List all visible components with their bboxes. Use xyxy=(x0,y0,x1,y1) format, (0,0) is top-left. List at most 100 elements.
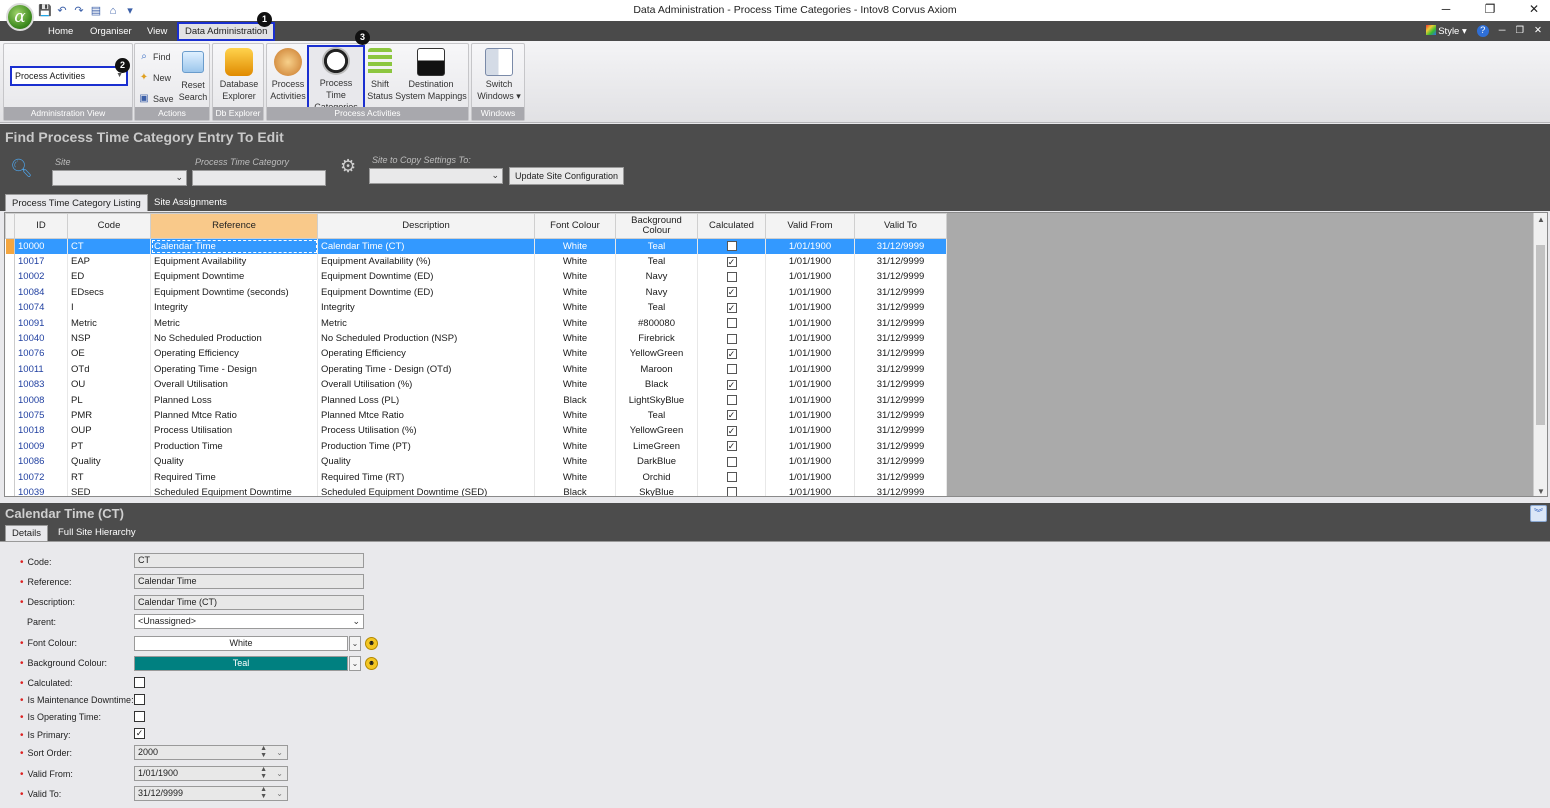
cell-background-colour[interactable]: Maroon xyxy=(615,361,698,378)
cell-reference[interactable]: Quality xyxy=(150,453,318,470)
calculated-checkbox[interactable] xyxy=(726,364,737,375)
cell-valid-from[interactable]: 1/01/1900 xyxy=(765,346,855,362)
cell-code[interactable]: I xyxy=(67,300,151,316)
cell-background-colour[interactable]: YellowGreen xyxy=(615,423,698,439)
row-indicator[interactable] xyxy=(5,407,15,424)
row-indicator[interactable] xyxy=(5,423,15,439)
cell-background-colour[interactable]: Teal xyxy=(615,300,698,316)
cell-reference[interactable]: Planned Loss xyxy=(150,392,318,408)
chevron-down-icon[interactable]: ⌄ xyxy=(276,746,283,759)
cell-valid-from[interactable]: 1/01/1900 xyxy=(765,377,855,393)
column-header-font-colour[interactable]: Font Colour xyxy=(534,213,616,239)
tab-details[interactable]: Details xyxy=(5,525,49,541)
row-indicator[interactable] xyxy=(5,269,15,285)
background-colour-swatch[interactable]: Teal xyxy=(134,656,348,671)
cell-id[interactable]: 10091 xyxy=(14,315,68,331)
maintenance-downtime-checkbox[interactable] xyxy=(134,694,145,705)
column-header-valid-to[interactable]: Valid To xyxy=(854,213,947,239)
cell-valid-from[interactable]: 1/01/1900 xyxy=(765,330,855,347)
column-header-background-colour[interactable]: Background Colour xyxy=(615,213,698,239)
table-row[interactable]: 10083 OU Overall Utilisation Overall Utilis… xyxy=(5,377,947,393)
cell-description[interactable]: Equipment Downtime (ED) xyxy=(317,284,535,301)
cell-valid-to[interactable]: 31/12/9999 xyxy=(854,469,947,485)
sort-order-field[interactable]: 2000 ▲ ▼ ⌄ xyxy=(134,745,288,760)
cell-background-colour[interactable]: Teal xyxy=(615,238,698,254)
row-indicator[interactable] xyxy=(5,453,15,470)
cell-font-colour[interactable]: White xyxy=(534,453,616,470)
tab-site-assignments[interactable]: Site Assignments xyxy=(148,194,233,211)
cell-valid-from[interactable]: 1/01/1900 xyxy=(765,253,855,270)
cell-background-colour[interactable]: LightSkyBlue xyxy=(615,392,698,408)
cell-description[interactable]: Equipment Downtime (ED) xyxy=(317,269,535,285)
cell-id[interactable]: 10076 xyxy=(14,346,68,362)
calculated-checkbox[interactable] xyxy=(726,318,737,329)
cell-description[interactable]: Scheduled Equipment Downtime (SED) xyxy=(317,484,535,496)
row-indicator[interactable] xyxy=(5,438,15,454)
site-to-copy-select[interactable]: ⌄ xyxy=(369,168,503,184)
restore-icon[interactable]: ❐ xyxy=(1480,2,1500,16)
cell-description[interactable]: Equipment Availability (%) xyxy=(317,253,535,270)
cell-font-colour[interactable]: White xyxy=(534,361,616,378)
column-header-calculated[interactable]: Calculated xyxy=(697,213,766,239)
tab-view[interactable]: View xyxy=(141,24,173,40)
cell-font-colour[interactable]: White xyxy=(534,253,616,270)
cell-background-colour[interactable]: LimeGreen xyxy=(615,438,698,454)
cell-reference[interactable]: Equipment Availability xyxy=(150,253,318,270)
row-indicator[interactable] xyxy=(5,238,15,254)
cell-valid-from[interactable]: 1/01/1900 xyxy=(765,284,855,301)
spinner-icon[interactable]: ▲ ▼ xyxy=(260,766,267,780)
cell-valid-to[interactable]: 31/12/9999 xyxy=(854,300,947,316)
cell-code[interactable]: NSP xyxy=(67,330,151,347)
cell-id[interactable]: 10086 xyxy=(14,453,68,470)
table-row[interactable]: 10011 OTd Operating Time - Design Operating… xyxy=(5,361,947,378)
cell-reference[interactable]: Scheduled Equipment Downtime xyxy=(150,484,318,496)
cell-id[interactable]: 10002 xyxy=(14,269,68,285)
cell-valid-to[interactable]: 31/12/9999 xyxy=(854,438,947,454)
ribbon-close-icon[interactable]: ✕ xyxy=(1534,25,1542,37)
cell-valid-to[interactable]: 31/12/9999 xyxy=(854,330,947,347)
cell-font-colour[interactable]: White xyxy=(534,469,616,485)
cell-valid-from[interactable]: 1/01/1900 xyxy=(765,238,855,254)
cell-id[interactable]: 10075 xyxy=(14,407,68,424)
find-button[interactable]: ⌕ Find xyxy=(138,50,170,64)
cell-code[interactable]: ED xyxy=(67,269,151,285)
cell-description[interactable]: Process Utilisation (%) xyxy=(317,423,535,439)
row-indicator[interactable] xyxy=(5,484,15,496)
cell-calculated[interactable] xyxy=(697,238,766,254)
cell-description[interactable]: No Scheduled Production (NSP) xyxy=(317,330,535,347)
cell-id[interactable]: 10084 xyxy=(14,284,68,301)
row-indicator[interactable] xyxy=(5,330,15,347)
cell-valid-from[interactable]: 1/01/1900 xyxy=(765,407,855,424)
calculated-checkbox[interactable] xyxy=(726,333,737,344)
cell-calculated[interactable] xyxy=(697,453,766,470)
row-indicator[interactable] xyxy=(5,346,15,362)
tab-home[interactable]: Home xyxy=(42,24,79,40)
app-menu-orb[interactable]: α xyxy=(6,3,34,31)
cell-valid-to[interactable]: 31/12/9999 xyxy=(854,407,947,424)
ribbon-minimize-icon[interactable]: ─ xyxy=(1499,25,1506,37)
cell-code[interactable]: PT xyxy=(67,438,151,454)
cell-font-colour[interactable]: White xyxy=(534,438,616,454)
cell-description[interactable]: Operating Time - Design (OTd) xyxy=(317,361,535,378)
table-row[interactable]: 10040 NSP No Scheduled Production No Schedu… xyxy=(5,330,947,347)
tab-organiser[interactable]: Organiser xyxy=(84,24,138,40)
cell-calculated[interactable] xyxy=(697,392,766,408)
cell-valid-to[interactable]: 31/12/9999 xyxy=(854,346,947,362)
cell-calculated[interactable]: ✓ xyxy=(697,438,766,454)
cell-code[interactable]: OUP xyxy=(67,423,151,439)
cell-font-colour[interactable]: White xyxy=(534,269,616,285)
process-time-category-input[interactable] xyxy=(192,170,326,186)
cell-calculated[interactable]: ✓ xyxy=(697,253,766,270)
cell-reference[interactable]: Planned Mtce Ratio xyxy=(150,407,318,424)
table-row[interactable]: 10072 RT Required Time Required Time (RT) Wh… xyxy=(5,469,947,485)
cell-background-colour[interactable]: DarkBlue xyxy=(615,453,698,470)
switch-windows-button[interactable]: Switch Windows ▾ xyxy=(476,48,522,102)
row-indicator[interactable] xyxy=(5,300,15,316)
cell-valid-to[interactable]: 31/12/9999 xyxy=(854,423,947,439)
cell-code[interactable]: OE xyxy=(67,346,151,362)
cell-valid-to[interactable]: 31/12/9999 xyxy=(854,284,947,301)
cell-calculated[interactable] xyxy=(697,469,766,485)
cell-font-colour[interactable]: White xyxy=(534,407,616,424)
cell-calculated[interactable]: ✓ xyxy=(697,407,766,424)
cell-code[interactable]: OU xyxy=(67,377,151,393)
